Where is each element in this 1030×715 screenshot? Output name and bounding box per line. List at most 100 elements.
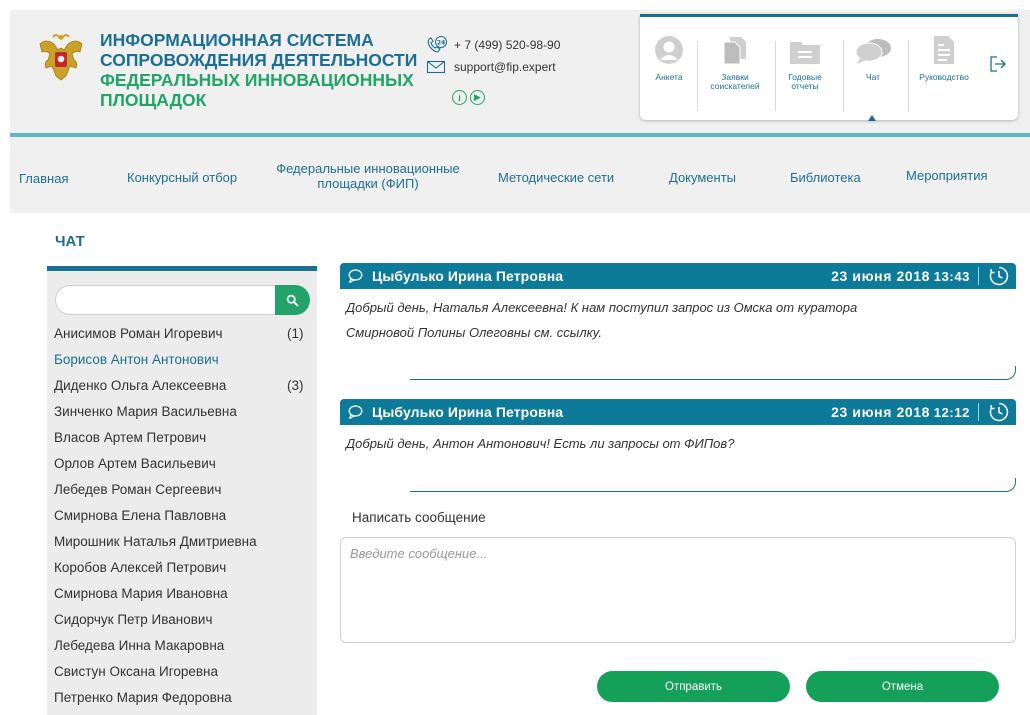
- message-line: Смирновой Полины Олеговны см. ссылку.: [346, 325, 603, 340]
- support-email[interactable]: support@fip.expert: [454, 60, 556, 74]
- contact-name: Лебедева Инна Макаровна: [54, 638, 225, 653]
- user-panel: Анкета Заявки соискателей Годовые отчеты…: [640, 14, 1018, 121]
- cancel-button[interactable]: Отмена: [806, 671, 999, 702]
- contact-name: Диденко Ольга Алексеевна: [54, 378, 227, 393]
- message-date: 23 июня 2018: [831, 268, 930, 284]
- chat-message: Цыбулько Ирина Петровна 23 июня 2018 13:…: [340, 263, 1016, 381]
- documents-icon: [723, 37, 746, 65]
- contact-item[interactable]: Борисов Антон Антонович: [54, 347, 314, 373]
- contact-list: Анисимов Роман Игоревич (1) Борисов Антон …: [54, 321, 314, 711]
- site-title-line: ПЛОЩАДОК: [100, 90, 207, 110]
- contact-item[interactable]: Лебедева Инна Макаровна: [54, 633, 314, 659]
- message-input[interactable]: [340, 537, 1016, 643]
- site-title[interactable]: ИНФОРМАЦИОННАЯ СИСТЕМА СОПРОВОЖДЕНИЯ ДЕЯ…: [100, 30, 420, 110]
- header-links: i ▶: [452, 90, 485, 105]
- contact-name: Лебедев Роман Сергеевич: [54, 482, 222, 497]
- contact-item[interactable]: Анисимов Роман Игоревич (1): [54, 321, 314, 347]
- site-title-line: ИНФОРМАЦИОННАЯ СИСТЕМА: [100, 30, 374, 50]
- message-border: [410, 478, 1016, 492]
- contact-item[interactable]: Смирнова Елена Павловна: [54, 503, 314, 529]
- message-author: Цыбулько Ирина Петровна: [372, 268, 564, 284]
- message-line: Добрый день, Наталья Алексеевна! К нам п…: [346, 300, 858, 315]
- site-title-line: ФЕДЕРАЛЬНЫХ ИННОВАЦИОННЫХ: [100, 70, 414, 90]
- message-header: Цыбулько Ирина Петровна 23 июня 2018 12:…: [340, 399, 1016, 425]
- message-time: 13:43: [933, 269, 970, 284]
- contacts-sidebar: Анисимов Роман Игоревич (1) Борисов Антон …: [47, 266, 317, 715]
- site-title-line: СОПРОВОЖДЕНИЯ ДЕЯТЕЛЬНОСТИ: [100, 50, 418, 70]
- search-input[interactable]: [55, 285, 283, 315]
- info-icon[interactable]: i: [452, 90, 467, 105]
- nav-item-documents[interactable]: Документы: [669, 170, 736, 185]
- phone-number[interactable]: + 7 (499) 520-98-90: [454, 38, 560, 52]
- contact-name: Смирнова Елена Павловна: [54, 508, 227, 523]
- panel-item-profile[interactable]: Анкета: [648, 17, 690, 82]
- panel-item-label: Руководство: [919, 72, 969, 82]
- contact-name: Власов Артем Петрович: [54, 430, 207, 445]
- panel-item-label: Заявки соискателей: [710, 72, 760, 91]
- message-text: Добрый день, Наталья Алексеевна! К нам п…: [340, 289, 1016, 345]
- chat-message: Цыбулько Ирина Петровна 23 июня 2018 12:…: [340, 399, 1016, 493]
- contact-item[interactable]: Петренко Мария Федоровна: [54, 685, 314, 711]
- clock-icon[interactable]: [988, 401, 1010, 423]
- panel-divider: [697, 41, 698, 111]
- message-text: Добрый день, Антон Антонович! Есть ли за…: [340, 425, 1016, 456]
- contact-name: Зинченко Мария Васильевна: [54, 404, 237, 419]
- contact-item[interactable]: Диденко Ольга Алексеевна (3): [54, 373, 314, 399]
- contact-name: Борисов Антон Антонович: [54, 352, 219, 367]
- contact-item[interactable]: Лебедев Роман Сергеевич: [54, 477, 314, 503]
- message-author: Цыбулько Ирина Петровна: [372, 404, 564, 420]
- contact-name: Коробов Алексей Петрович: [54, 560, 227, 575]
- page-title: ЧАТ: [55, 233, 85, 250]
- clock-icon[interactable]: [988, 265, 1010, 287]
- nav-item-library[interactable]: Библиотека: [790, 170, 861, 185]
- panel-divider: [908, 41, 909, 111]
- contact-item[interactable]: Сидорчук Петр Иванович: [54, 607, 314, 633]
- contact-name: Сидорчук Петр Иванович: [54, 612, 213, 627]
- emblem-icon[interactable]: [36, 30, 86, 84]
- contact-item[interactable]: Смирнова Мария Ивановна: [54, 581, 314, 607]
- phone-row: 24 + 7 (499) 520-98-90: [426, 34, 560, 56]
- panel-item-manual[interactable]: Руководство: [910, 17, 978, 82]
- contact-item[interactable]: Мирошник Наталья Дмитриевна: [54, 529, 314, 555]
- message-header: Цыбулько Ирина Петровна 23 июня 2018 13:…: [340, 263, 1016, 289]
- nav-item-home[interactable]: Главная: [19, 171, 68, 186]
- contact-search: [55, 285, 310, 315]
- contact-item[interactable]: Власов Артем Петрович: [54, 425, 314, 451]
- message-time: 12:12: [933, 405, 970, 420]
- user-avatar-icon: [655, 36, 683, 64]
- compose-label: Написать сообщение: [352, 510, 486, 525]
- contacts-block: 24 + 7 (499) 520-98-90 support@fip.exper…: [426, 34, 560, 78]
- mail-icon: [426, 60, 446, 74]
- phone-24-icon: 24: [427, 36, 447, 53]
- search-icon: [286, 294, 299, 306]
- message-bubble-icon: [348, 405, 363, 419]
- contact-name: Орлов Артем Васильевич: [54, 456, 216, 471]
- header-divider: [978, 403, 979, 421]
- panel-item-label: Чат: [865, 72, 881, 82]
- email-row: support@fip.expert: [426, 56, 560, 78]
- panel-item-label: Годовые отчеты: [788, 72, 822, 91]
- search-button[interactable]: [275, 285, 310, 315]
- nav-item-method-networks[interactable]: Методические сети: [498, 170, 614, 185]
- contact-name: Анисимов Роман Игоревич: [54, 326, 223, 341]
- nav-item-events[interactable]: Мероприятия: [906, 168, 988, 183]
- unread-count: (3): [287, 378, 304, 393]
- chat-icon: [855, 39, 891, 64]
- logout-icon[interactable]: [989, 55, 1007, 73]
- contact-item[interactable]: Зинченко Мария Васильевна: [54, 399, 314, 425]
- panel-item-reports[interactable]: Годовые отчеты: [776, 17, 834, 91]
- play-icon[interactable]: ▶: [470, 90, 485, 105]
- send-button[interactable]: Отправить: [597, 671, 790, 702]
- contact-item[interactable]: Коробов Алексей Петрович: [54, 555, 314, 581]
- panel-item-applications[interactable]: Заявки соискателей: [702, 17, 768, 91]
- contact-item[interactable]: Орлов Артем Васильевич: [54, 451, 314, 477]
- manual-icon: [934, 36, 954, 64]
- nav-item-fip[interactable]: Федеральные инновационные площадки (ФИП): [268, 161, 468, 191]
- contact-item[interactable]: Свистун Оксана Игоревна: [54, 659, 314, 685]
- panel-item-chat[interactable]: Чат: [844, 17, 902, 82]
- nav-item-competition[interactable]: Конкурсный отбор: [127, 170, 237, 185]
- svg-text:24: 24: [437, 39, 445, 46]
- message-border: [410, 366, 1016, 380]
- header-divider: [978, 267, 979, 285]
- active-indicator: [868, 115, 876, 121]
